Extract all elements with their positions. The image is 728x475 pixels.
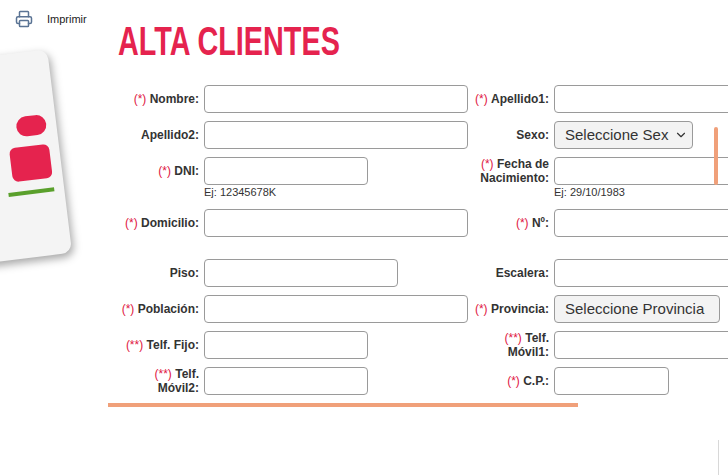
- form-row: Apellido2: Sexo:Seleccione Sex: [110, 121, 728, 149]
- text-input[interactable]: [204, 209, 468, 237]
- print-button[interactable]: Imprimir: [15, 10, 118, 28]
- text-input[interactable]: [554, 157, 728, 185]
- form-field: (**) Telf. Móvil1:: [468, 331, 728, 359]
- field-label: Apellido2:: [110, 121, 200, 149]
- required-marker: (**): [126, 338, 147, 352]
- field-hint: Ej: 29/10/1983: [554, 185, 728, 199]
- printer-icon: [15, 10, 33, 28]
- page-title: ALTA CLIENTES: [118, 18, 340, 64]
- text-input[interactable]: [554, 85, 728, 113]
- text-input[interactable]: [554, 209, 728, 237]
- select-field[interactable]: Seleccione Sex: [554, 121, 693, 149]
- form-field: (*) DNI: Ej: 12345678K: [110, 157, 368, 199]
- text-input[interactable]: [554, 367, 669, 395]
- field-label: (*) Población:: [110, 295, 200, 323]
- form-row: Piso: Escalera:: [110, 259, 728, 287]
- form-field: (*) Nombre:: [110, 85, 468, 113]
- required-marker: (*): [507, 374, 523, 388]
- required-marker: (*): [125, 216, 141, 230]
- required-marker: (*): [481, 157, 497, 171]
- text-input[interactable]: [554, 331, 728, 359]
- field-label: (*) Nombre:: [110, 85, 200, 113]
- text-input[interactable]: [204, 259, 398, 287]
- field-label: (**) Telf. Móvil1:: [468, 331, 550, 359]
- field-label: (*) Apellido1:: [468, 85, 550, 113]
- text-input[interactable]: [204, 367, 368, 395]
- form-field: (*) Domicilio:: [110, 209, 468, 237]
- page: ImprimirALTA CLIENTES(*) Nombre:(*) Apel…: [0, 0, 728, 475]
- text-input[interactable]: [204, 295, 468, 323]
- select-field[interactable]: Seleccione Provincia: [554, 295, 720, 323]
- form-row: (*) Población: (*) Provincia:Seleccione P…: [110, 295, 728, 323]
- required-marker: (**): [505, 331, 526, 345]
- required-marker: (*): [158, 164, 174, 178]
- required-marker: (*): [475, 302, 491, 316]
- form-row: (**) Telf. Móvil2: (*) C.P.:: [110, 367, 728, 395]
- form-row: (*) DNI: Ej: 12345678K (*) Fecha de Nacimi…: [110, 157, 728, 201]
- required-marker: (*): [134, 92, 150, 106]
- required-marker: (*): [475, 92, 491, 106]
- required-marker: (*): [516, 216, 532, 230]
- loyalty-card-image: [0, 49, 72, 266]
- form-field: (*) Apellido1:: [468, 85, 728, 113]
- text-input[interactable]: [204, 157, 368, 185]
- text-input[interactable]: [204, 85, 468, 113]
- body: (*) Nombre: (*) Apellido1: Apellido2: Sexo:…: [0, 85, 728, 407]
- form-row: (*) Nombre: (*) Apellido1:: [110, 85, 728, 113]
- form-field: Escalera:: [468, 259, 728, 287]
- field-label: Piso:: [110, 259, 200, 287]
- form-row: (**) Telf. Fijo: (**) Telf. Móvil1:: [110, 331, 728, 359]
- field-label: Sexo:: [468, 121, 550, 149]
- form-field: (**) Telf. Fijo:: [110, 331, 368, 359]
- field-label: (*) Nº:: [468, 209, 550, 237]
- form-field: (*) Fecha de Nacimiento: Ej: 29/10/1983: [468, 157, 728, 199]
- divider-line: [718, 440, 719, 475]
- field-label: (*) Domicilio:: [110, 209, 200, 237]
- required-marker: (*): [122, 302, 138, 316]
- required-marker: (**): [155, 367, 176, 381]
- field-label: (**) Telf. Móvil2:: [110, 367, 200, 395]
- form-field: (*) Nº:: [468, 209, 728, 237]
- form-field: (**) Telf. Móvil2:: [110, 367, 368, 395]
- text-input[interactable]: [204, 121, 468, 149]
- field-label: (*) Provincia:: [468, 295, 550, 323]
- field-label: (**) Telf. Fijo:: [110, 331, 200, 359]
- chevron-down-icon: [674, 128, 688, 142]
- form-bottom-bar: [108, 403, 578, 407]
- text-input[interactable]: [554, 259, 728, 287]
- field-hint: Ej: 12345678K: [204, 185, 368, 199]
- form-field: (*) C.P.:: [468, 367, 669, 395]
- field-label: Escalera:: [468, 259, 550, 287]
- text-input[interactable]: [204, 331, 368, 359]
- field-label: (*) DNI:: [110, 157, 200, 185]
- form-field: (*) Población:: [110, 295, 468, 323]
- scrollbar-thumb[interactable]: [714, 127, 718, 185]
- field-label: (*) C.P.:: [468, 367, 550, 395]
- form-row: (*) Domicilio: (*) Nº:: [110, 209, 728, 251]
- form-field: Apellido2:: [110, 121, 468, 149]
- form-field: Sexo:Seleccione Sex: [468, 121, 693, 149]
- client-form: (*) Nombre: (*) Apellido1: Apellido2: Sexo:…: [110, 85, 728, 407]
- header: ImprimirALTA CLIENTES: [0, 0, 728, 64]
- form-field: Piso:: [110, 259, 398, 287]
- field-label: (*) Fecha de Nacimiento:: [468, 157, 550, 185]
- form-field: (*) Provincia:Seleccione Provincia: [468, 295, 720, 323]
